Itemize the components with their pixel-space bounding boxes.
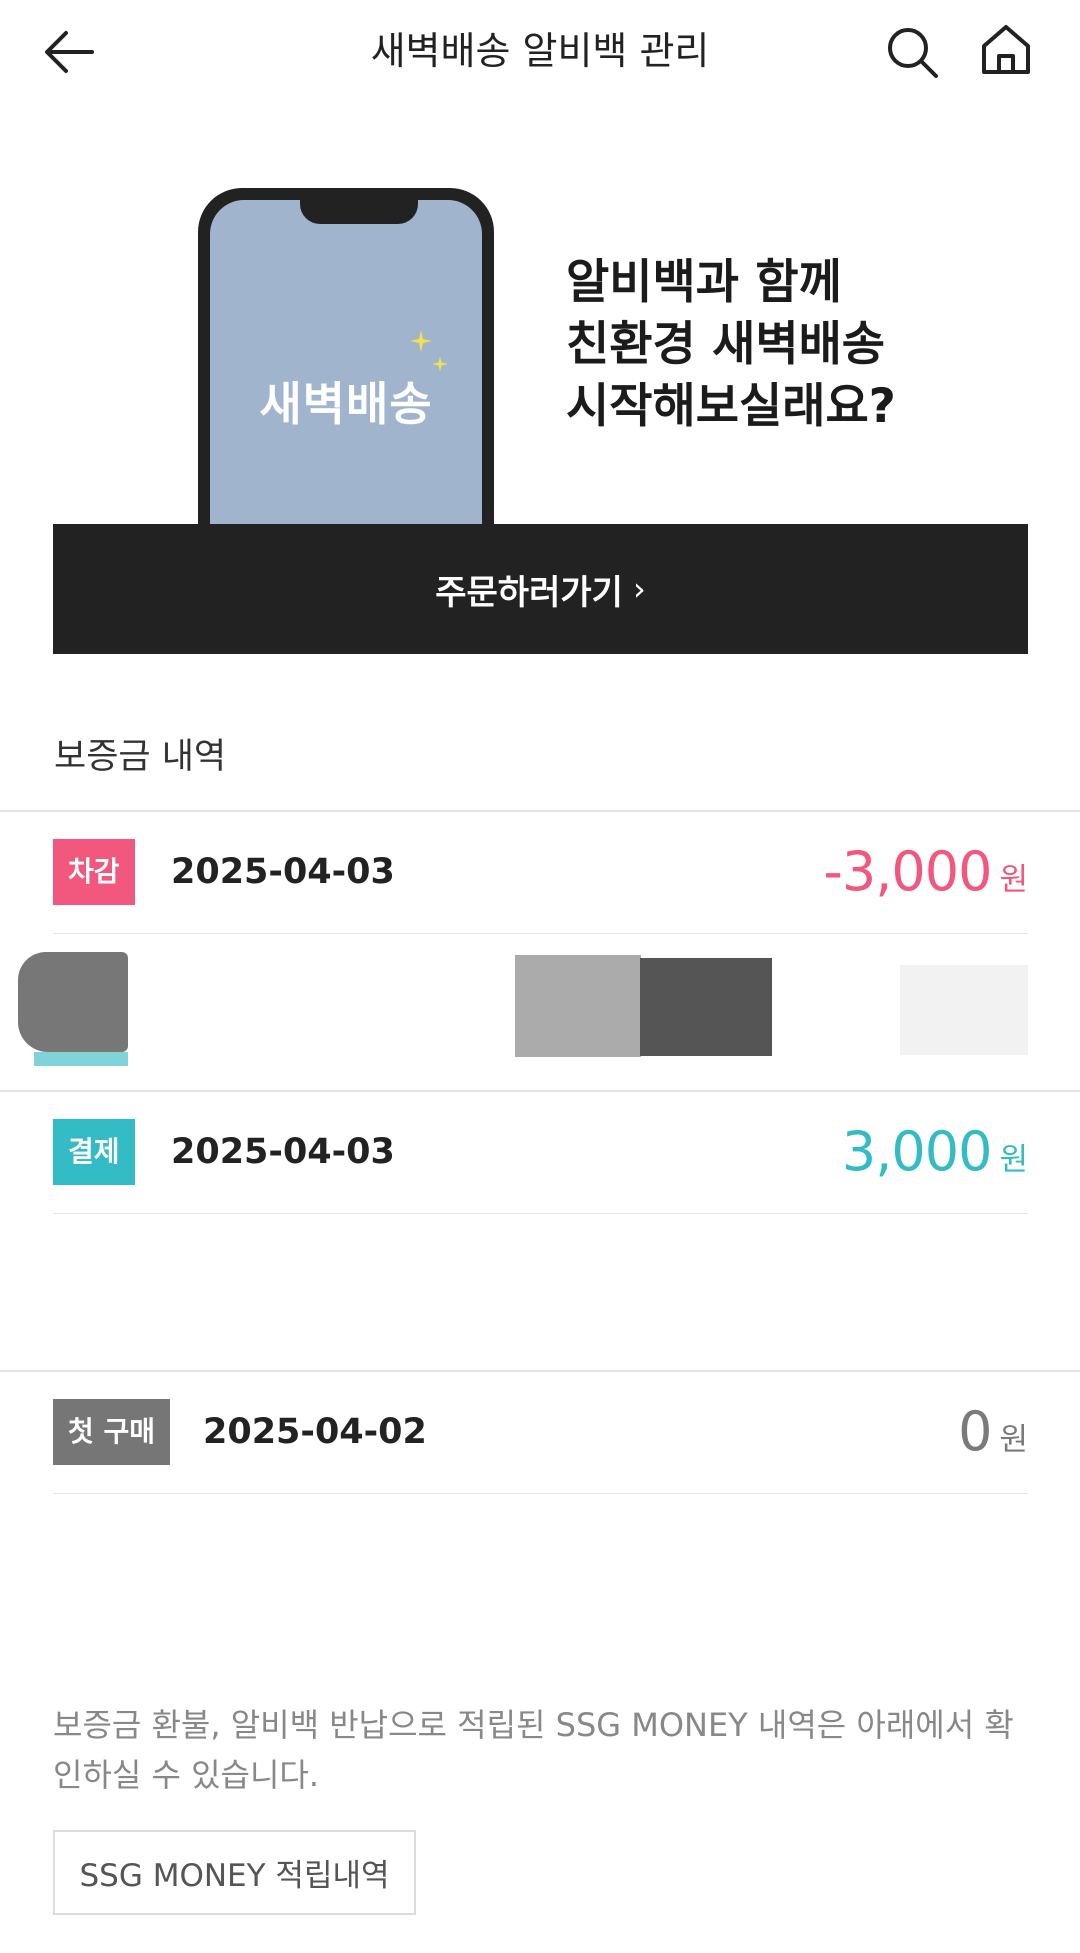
promo-line-3: 시작해보실래요? (566, 379, 896, 434)
order-button[interactable]: 주문하러가기 › (53, 524, 1028, 654)
dawn-delivery-logo: 새벽배송 (259, 377, 433, 431)
promo-line-1: 알비백과 함께 (566, 255, 842, 310)
row-date: 2025-04-03 (171, 852, 395, 892)
amount-value: 0 (958, 1400, 992, 1463)
row-amount: 3,000 원 (842, 1112, 1028, 1192)
phone-screen: 새벽배송 (210, 200, 482, 528)
deposit-row-deduction: 차감 2025-04-03 -3,000 원 (53, 812, 1028, 932)
redacted-block (640, 958, 772, 1056)
redacted-block (900, 965, 1028, 1055)
back-button[interactable] (40, 22, 102, 82)
promo-banner: 새벽배송 알비백과 함께 친환경 새벽배송 시작해보실래요? (0, 180, 1080, 528)
redacted-block (515, 955, 641, 1057)
row-date: 2025-04-03 (171, 1132, 395, 1172)
ssg-money-history-label: SSG MONEY 적립내역 (79, 1858, 390, 1894)
redacted-block (18, 952, 128, 1052)
deposit-history-title: 보증금 내역 (54, 737, 227, 777)
phone-illustration: 새벽배송 (198, 188, 494, 528)
sparkle-small-icon (432, 356, 448, 372)
row-divider (53, 933, 1028, 934)
badge-first-purchase: 첫 구매 (53, 1399, 171, 1465)
row-amount: 0원 (958, 1392, 1028, 1472)
top-app-bar: 새벽배송 알비백 관리 (0, 0, 1080, 102)
chevron-right-icon: › (632, 570, 646, 608)
amount-value: -3,000 (823, 840, 992, 903)
row-amount: -3,000 원 (823, 832, 1028, 912)
search-button[interactable] (886, 22, 942, 82)
deposit-row-payment: 결제 2025-04-03 3,000 원 (53, 1092, 1028, 1212)
page-title: 새벽배송 알비백 관리 (370, 29, 710, 73)
amount-value: 3,000 (841, 1120, 993, 1183)
badge-payment: 결제 (53, 1119, 135, 1185)
phone-notch (300, 200, 418, 224)
redacted-block (34, 1052, 128, 1066)
row-divider (53, 1493, 1028, 1494)
search-icon (888, 28, 938, 78)
amount-unit: 원 (999, 1422, 1028, 1458)
order-button-label: 주문하러가기 (435, 572, 623, 613)
badge-deduction: 차감 (53, 839, 135, 905)
row-divider (53, 1213, 1028, 1214)
amount-unit: 원 (999, 862, 1028, 898)
promo-headline: 알비백과 함께 친환경 새벽배송 시작해보실래요? (566, 252, 986, 438)
ssg-money-history-button[interactable]: SSG MONEY 적립내역 (53, 1830, 416, 1915)
home-button[interactable] (978, 20, 1034, 80)
row-date: 2025-04-02 (203, 1412, 427, 1452)
ssg-money-notice: 보증금 환불, 알비백 반납으로 적립된 SSG MONEY 내역은 아래에서 … (53, 1706, 1014, 1794)
home-icon (982, 25, 1030, 74)
arrow-left-icon (45, 31, 94, 73)
promo-line-2: 친환경 새벽배송 (566, 317, 886, 372)
deposit-row-first-purchase: 첫 구매 2025-04-02 0원 (53, 1372, 1028, 1492)
sparkle-icon (410, 330, 432, 352)
amount-unit: 원 (999, 1142, 1028, 1178)
